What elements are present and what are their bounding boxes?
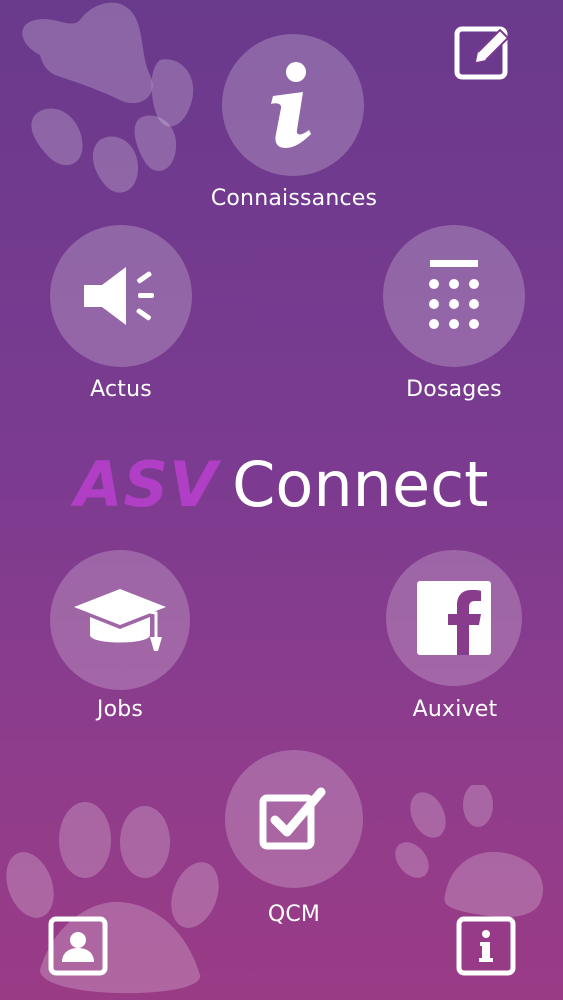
profile-button[interactable] [48, 916, 108, 976]
app-logo: ASV Connect [0, 450, 563, 521]
connaissances-button[interactable] [222, 34, 364, 176]
connaissances-label: Connaissances [210, 186, 378, 211]
qcm-label: QCM [267, 902, 321, 927]
calculator-icon [429, 260, 479, 329]
dosages-button[interactable] [383, 225, 525, 367]
info-icon [456, 916, 516, 976]
megaphone-icon [84, 267, 154, 325]
auxivet-button[interactable] [386, 550, 522, 686]
edit-button[interactable] [454, 24, 512, 82]
paw-print-bottom-right-decoration [395, 785, 544, 918]
qcm-button[interactable] [225, 750, 363, 888]
profile-icon [48, 916, 108, 976]
about-button[interactable] [456, 916, 516, 976]
actus-button[interactable] [50, 225, 192, 367]
checkbox-icon [259, 787, 326, 850]
actus-label: Actus [90, 377, 152, 402]
jobs-label: Jobs [96, 697, 144, 722]
facebook-icon [417, 581, 491, 655]
jobs-button[interactable] [50, 550, 190, 690]
paw-print-bottom-left-decoration [6, 802, 219, 994]
graduation-cap-icon [74, 589, 166, 651]
dosages-label: Dosages [406, 377, 502, 402]
auxivet-label: Auxivet [412, 697, 498, 722]
info-icon [271, 62, 311, 148]
home-screen: Connaissances Actus Dosages ASVConnect [0, 0, 563, 1000]
logo-connect: Connect [232, 448, 489, 521]
edit-icon [454, 26, 510, 80]
logo-asv: ASV [74, 448, 219, 521]
paw-print-top-left-decoration [22, 2, 194, 193]
